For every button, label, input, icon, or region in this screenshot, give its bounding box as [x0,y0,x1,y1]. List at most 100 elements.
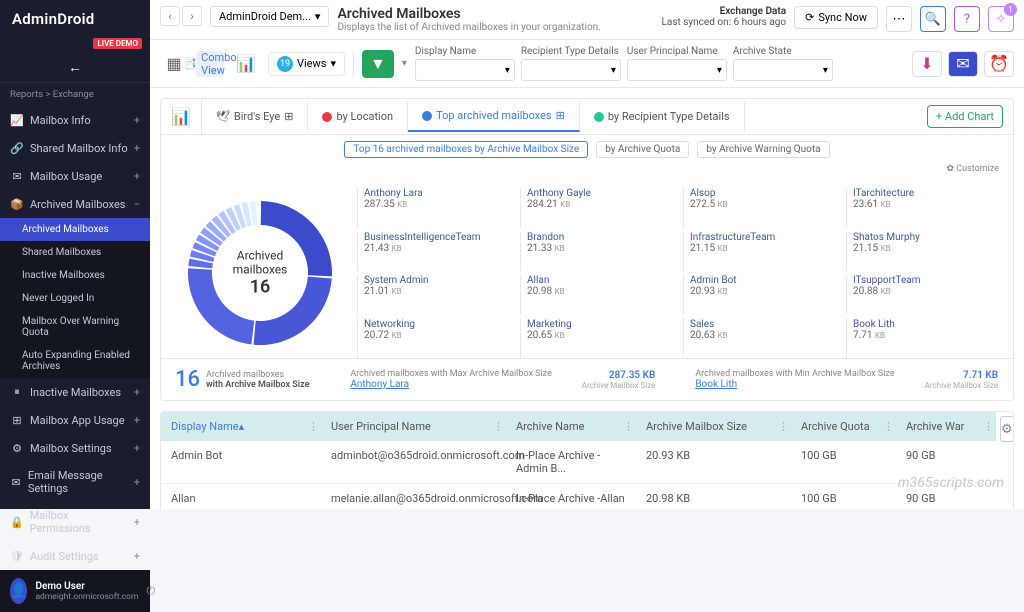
chart-toggle-button[interactable]: 📊 [161,99,202,134]
tab-recipient-type[interactable]: by Recipient Type Details [580,102,745,131]
tab-by-location[interactable]: by Location [308,102,408,131]
legend-item[interactable]: Shatos Murphy21.15 KB [846,232,999,272]
avatar[interactable]: 👤 [10,578,27,604]
share-icon: 🔗 [10,141,24,155]
help-button[interactable]: ? [954,6,980,32]
filter-select[interactable]: ▾ [415,59,515,81]
legend-item[interactable]: InfrastructureTeam21.15 KB [683,232,836,272]
stat-total-label: Archived mailboxes [206,370,309,380]
archive-icon: 📦 [10,197,24,211]
sidebar-item[interactable]: ⏸Inactive Mailboxes [0,378,150,406]
legend-item[interactable]: Allan20.98 KB [520,275,673,315]
table-row[interactable]: Admin Botadminbot@o365droid.onmicrosoft.… [161,441,996,484]
stat-min-name[interactable]: Book Lith [695,379,894,390]
sidebar-subitem[interactable]: Auto Expanding Enabled Archives [0,344,150,378]
tab-birds-eye[interactable]: 🕊 Bird's Eye ⊞ [202,102,309,131]
nav-forward-button[interactable]: › [182,6,202,26]
filter-button[interactable]: ▼ [362,50,394,78]
stat-min-sub: Archive Mailbox Size [925,381,998,390]
brand-logo: AdminDroid [12,10,95,28]
notification-button[interactable]: ✧1 [988,6,1014,32]
mail-gear-icon: ✉ [10,475,22,489]
tab-top-archived[interactable]: Top archived mailboxes ⊞ [408,101,580,132]
legend-item[interactable]: Anthony Gayle284.21 KB [520,188,673,228]
donut-title: Archived mailboxes [218,249,303,277]
column-header[interactable]: User Principal Name⋮ [321,412,506,441]
dot-icon [594,112,604,122]
legend-item[interactable]: ITarchitecture23.61 KB [846,188,999,228]
chart-icon: 📈 [10,113,24,127]
more-button[interactable]: ⋯ [886,6,912,32]
filter-label: Recipient Type Details [521,46,621,57]
crumb-dropdown[interactable]: AdminDroid Dem... ▾ [210,6,329,27]
search-button[interactable]: 🔍 [920,6,946,32]
mail-icon: ✉ [10,169,24,183]
download-button[interactable]: ⬇ [912,51,942,77]
power-icon[interactable]: ⏻ [146,584,155,598]
sidebar-item[interactable]: ⊞Mailbox App Usage [0,406,150,434]
column-header[interactable]: Archive Quota⋮ [791,412,896,441]
sidebar-subitem[interactable]: Shared Mailboxes [0,241,150,264]
stat-max-label: Archived mailboxes with Max Archive Mail… [350,369,552,379]
sidebar-item[interactable]: 🔗Shared Mailbox Info [0,134,150,162]
sidebar-subitem[interactable]: Archived Mailboxes [0,218,150,241]
column-header[interactable]: Archive Mailbox Size⋮ [636,412,791,441]
filter-select[interactable]: ▾ [521,59,621,81]
sidebar-item[interactable]: 📦Archived Mailboxes [0,190,150,218]
legend-item[interactable]: System Admin21.01 KB [357,275,510,315]
sub-tab[interactable]: Top 16 archived mailboxes by Archive Mai… [344,141,588,158]
customize-button[interactable]: ✿ Customize [161,164,1013,178]
column-header[interactable]: Display Name ▴⋮ [161,412,321,441]
dot-icon [422,111,432,121]
sub-tab[interactable]: by Archive Quota [596,141,689,158]
sidebar-item[interactable]: ✉Mailbox Usage [0,162,150,190]
back-button[interactable]: ← [0,53,150,83]
combo-view-button[interactable]: 📑 Combo View [196,51,224,77]
views-dropdown[interactable]: 19 Views ▾ [268,52,345,76]
table-settings-button[interactable]: ⚙ [1000,416,1014,442]
sidebar-subitem[interactable]: Inactive Mailboxes [0,264,150,287]
sync-now-button[interactable]: ⟳ Sync Now [794,6,878,29]
legend-item[interactable]: Marketing20.65 KB [520,319,673,359]
sidebar-item[interactable]: 📈Mailbox Info [0,106,150,134]
sub-tab[interactable]: by Archive Warning Quota [697,141,829,158]
sidebar-item[interactable]: 🛡Audit Settings [0,542,150,570]
filter-select[interactable]: ▾ [627,59,727,81]
legend-item[interactable]: Book Lith7.71 KB [846,319,999,359]
stat-max-val: 287.35 KB [582,370,655,381]
column-header[interactable]: Archive War⋮ [896,412,996,441]
filter-label: Archive State [733,46,833,57]
donut-value: 16 [218,277,303,298]
sidebar-item[interactable]: ✉Email Message Settings [0,462,150,502]
stat-total-count: 16 [175,367,200,392]
advanced-view-button[interactable]: 📊 [232,51,260,77]
nav-back-button[interactable]: ‹ [160,6,180,26]
audit-icon: 🛡 [10,549,24,563]
legend-item[interactable]: Brandon21.33 KB [520,232,673,272]
legend-item[interactable]: Sales20.63 KB [683,319,836,359]
legend-item[interactable]: Networking20.72 KB [357,319,510,359]
column-header[interactable]: Archive Name⋮ [506,412,636,441]
sidebar-subitem[interactable]: Never Logged In [0,287,150,310]
legend-item[interactable]: ITsupportTeam20.88 KB [846,275,999,315]
mail-button[interactable]: ✉ [948,51,978,77]
pause-icon: ⏸ [10,385,24,399]
filter-label: Display Name [415,46,515,57]
stat-max-name[interactable]: Anthony Lara [350,379,552,390]
lock-icon: 🔒 [10,515,24,529]
legend-item[interactable]: Admin Bot20.93 KB [683,275,836,315]
sidebar-item[interactable]: ⚙Mailbox Settings [0,434,150,462]
sidebar-subitem[interactable]: Mailbox Over Warning Quota [0,310,150,344]
schedule-button[interactable]: ⏰ [984,51,1014,77]
filter-select[interactable]: ▾ [733,59,833,81]
legend-item[interactable]: BusinessIntelligenceTeam21.43 KB [357,232,510,272]
live-demo-badge: LIVE DEMO [93,38,142,49]
legend-item[interactable]: Alsop272.5 KB [683,188,836,228]
gear-icon: ⚙ [10,441,24,455]
legend-item[interactable]: Anthony Lara287.35 KB [357,188,510,228]
add-chart-button[interactable]: + Add Chart [927,105,1003,128]
table-row[interactable]: Allanmelanie.allan@o365droid.onmicrosoft… [161,484,996,509]
stat-min-val: 7.71 KB [925,370,998,381]
crumb-label: AdminDroid Dem... [219,10,311,23]
sidebar-item[interactable]: 🔒Mailbox Permissions [0,502,150,542]
